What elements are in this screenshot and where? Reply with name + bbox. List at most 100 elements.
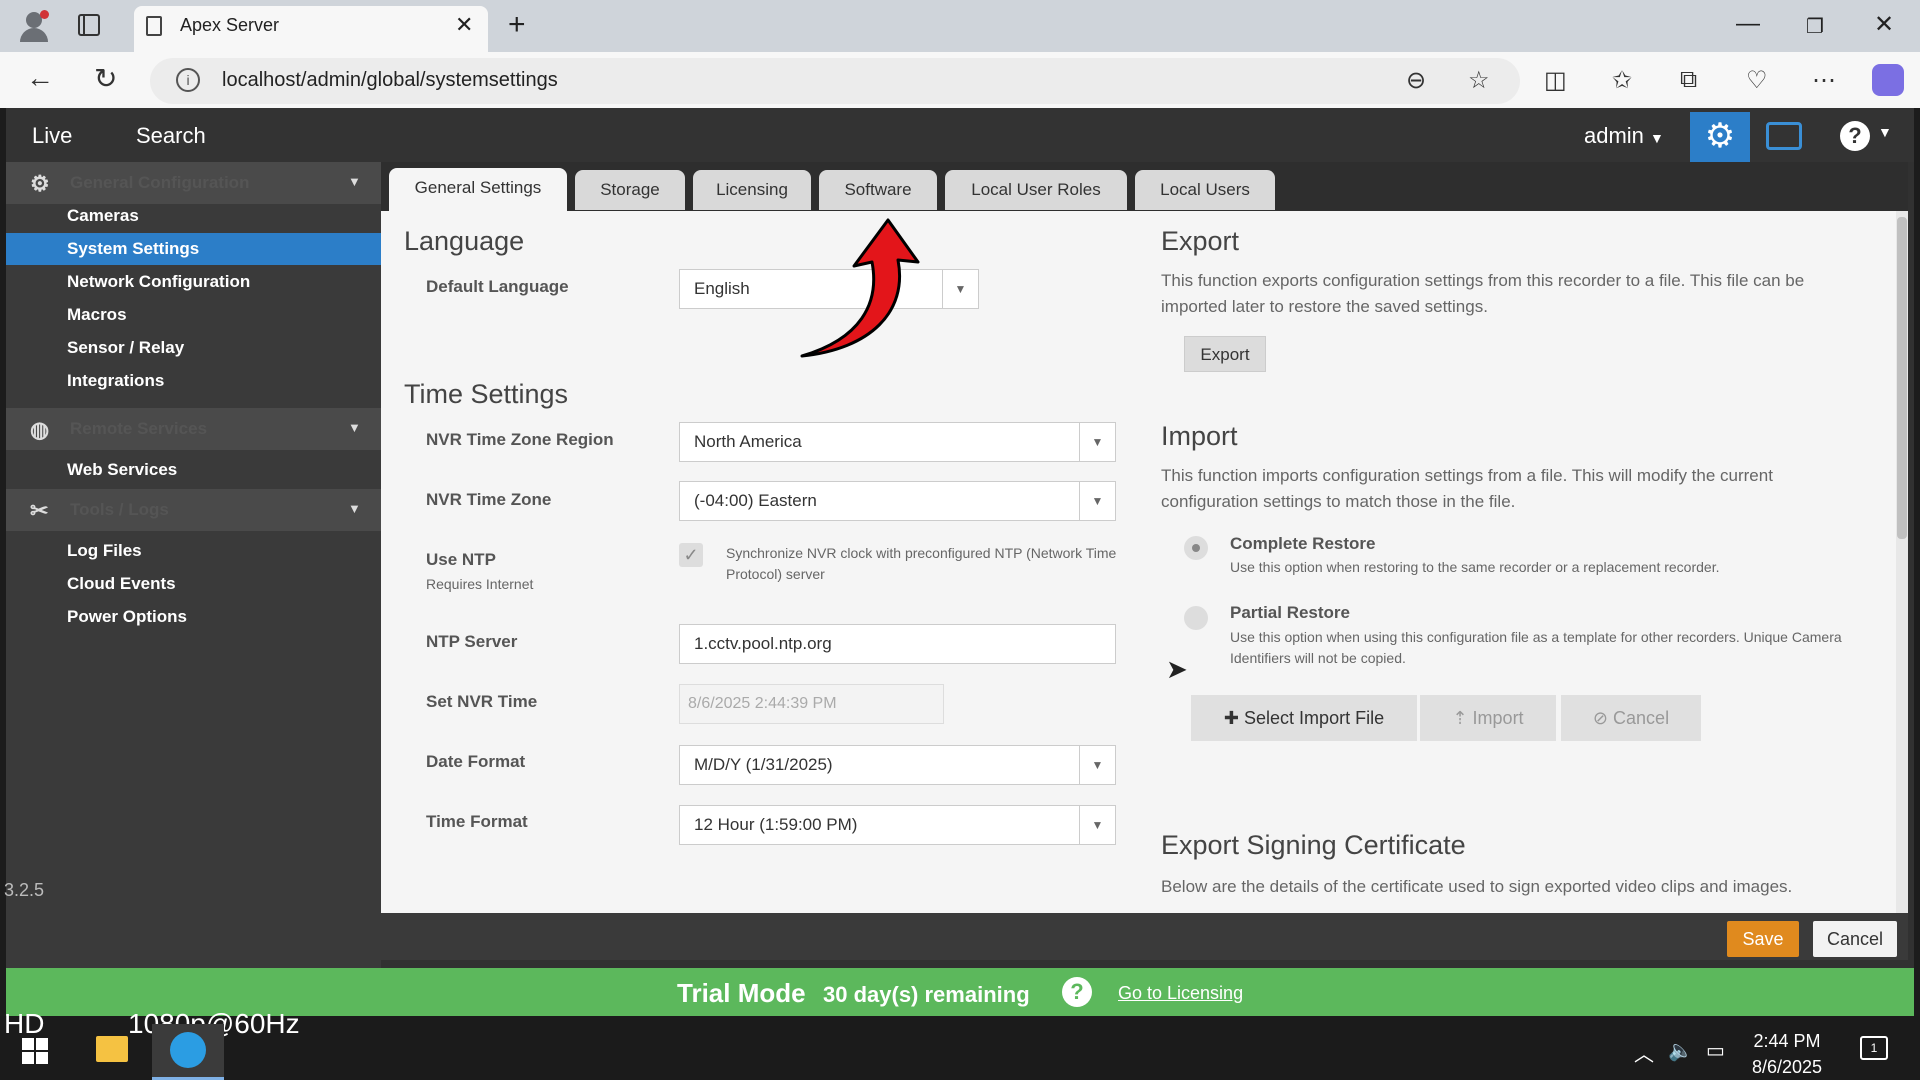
import-heading: Import	[1161, 421, 1238, 451]
sidebar-item-sensor-relay[interactable]: Sensor / Relay	[6, 332, 381, 364]
network-icon[interactable]: ▭	[1706, 1038, 1725, 1063]
help-icon[interactable]: ?	[1840, 121, 1870, 151]
minimize-icon[interactable]: —	[1736, 10, 1760, 38]
import-description: This function imports configuration sett…	[1161, 466, 1773, 511]
help-chevron-icon[interactable]: ▼	[1878, 124, 1892, 140]
export-button[interactable]: Export	[1184, 336, 1266, 372]
sidebar: ⚙ General Configuration ▼ Cameras System…	[6, 162, 381, 968]
hd-overlay-label: HD	[4, 1008, 45, 1039]
chat-icon[interactable]	[1766, 122, 1802, 150]
split-screen-icon[interactable]: ◫	[1544, 66, 1567, 95]
sidebar-item-system-settings[interactable]: System Settings	[6, 233, 381, 265]
tab-local-users[interactable]: Local Users	[1135, 170, 1275, 210]
notifications-icon[interactable]: 1	[1860, 1036, 1888, 1060]
windows-start-icon[interactable]	[22, 1038, 48, 1064]
sidebar-item-cloud-events[interactable]: Cloud Events	[6, 568, 381, 600]
collections-icon[interactable]: ⧉	[1680, 66, 1697, 94]
sidebar-item-integrations[interactable]: Integrations	[6, 365, 381, 397]
use-ntp-sublabel: Requires Internet	[426, 576, 534, 592]
use-ntp-label: Use NTP	[426, 550, 496, 569]
use-ntp-checkbox[interactable]: ✓	[679, 543, 703, 567]
tab-local-user-roles[interactable]: Local User Roles	[945, 170, 1127, 210]
time-settings-heading: Time Settings	[404, 379, 569, 409]
time-format-select[interactable]: 12 Hour (1:59:00 PM) ▼	[679, 805, 1116, 845]
tab-storage[interactable]: Storage	[575, 170, 685, 210]
import-cancel-button[interactable]: ⊘ Cancel	[1561, 695, 1701, 741]
restore-icon[interactable]: ❐	[1806, 14, 1824, 39]
section-remote-services[interactable]: ◍ Remote Services ▼	[6, 408, 381, 450]
tab-actions-icon[interactable]	[78, 14, 100, 36]
complete-restore-radio[interactable]	[1184, 536, 1208, 560]
use-ntp-description: Synchronize NVR clock with preconfigured…	[726, 545, 1117, 582]
site-info-icon[interactable]: i	[176, 68, 200, 92]
scrollbar[interactable]	[1896, 211, 1908, 913]
trial-help-icon[interactable]: ?	[1062, 977, 1092, 1007]
favorite-star-icon[interactable]: ☆	[1468, 66, 1490, 95]
date-format-value: M/D/Y (1/31/2025)	[694, 755, 833, 774]
language-heading: Language	[404, 226, 525, 256]
new-tab-icon[interactable]: +	[508, 8, 526, 42]
sidebar-item-cameras[interactable]: Cameras	[6, 200, 381, 232]
select-import-file-label: Select Import File	[1244, 708, 1385, 728]
more-icon[interactable]: ⋯	[1812, 66, 1836, 95]
profile-icon[interactable]	[16, 8, 52, 44]
set-nvr-time-label: Set NVR Time	[426, 692, 538, 711]
date-format-label: Date Format	[426, 752, 526, 771]
section-tools-logs[interactable]: ✂ Tools / Logs ▼	[6, 489, 381, 531]
import-button[interactable]: ⇡ Import	[1420, 695, 1556, 741]
browser-essentials-icon[interactable]: ♡	[1746, 66, 1768, 95]
back-icon[interactable]: ←	[26, 62, 54, 94]
url-text[interactable]: localhost/admin/global/systemsettings	[222, 69, 558, 92]
tray-chevron-up-icon[interactable]: ︿	[1634, 1038, 1654, 1067]
date-format-select[interactable]: M/D/Y (1/31/2025) ▼	[679, 745, 1116, 785]
cancel-button[interactable]: Cancel	[1813, 921, 1897, 957]
plus-icon: ✚	[1223, 708, 1240, 728]
mouse-cursor-icon: ➤	[1166, 654, 1188, 684]
close-tab-icon[interactable]: ✕	[455, 12, 473, 38]
refresh-icon[interactable]: ↻	[94, 62, 117, 95]
sidebar-item-web-services[interactable]: Web Services	[6, 454, 381, 486]
volume-icon[interactable]: 🔈	[1668, 1038, 1693, 1063]
complete-restore-description: Use this option when restoring to the sa…	[1230, 559, 1720, 575]
default-language-value: English	[694, 279, 750, 298]
ntp-server-input[interactable]: 1.cctv.pool.ntp.org	[679, 624, 1116, 664]
window-close-icon[interactable]: ✕	[1874, 10, 1894, 39]
edge-browser-icon[interactable]	[170, 1032, 206, 1068]
select-import-file-button[interactable]: ✚ Select Import File	[1191, 695, 1417, 741]
save-button[interactable]: Save	[1727, 921, 1799, 957]
user-menu[interactable]: admin ▼	[1584, 123, 1664, 149]
section-label: Remote Services	[70, 419, 208, 438]
chevron-down-icon: ▼	[942, 270, 978, 308]
cancel-icon: ⊘	[1592, 708, 1609, 728]
go-to-licensing-link[interactable]: Go to Licensing	[1118, 983, 1243, 1004]
section-label: Tools / Logs	[70, 500, 169, 519]
sidebar-item-network-configuration[interactable]: Network Configuration	[6, 266, 381, 298]
time-zone-region-value: North America	[694, 432, 802, 451]
section-general-configuration[interactable]: ⚙ General Configuration ▼	[6, 162, 381, 204]
version-label: 3.2.5	[4, 880, 45, 900]
tab-licensing[interactable]: Licensing	[693, 170, 811, 210]
taskbar-clock[interactable]: 2:44 PM 8/6/2025	[1752, 1028, 1822, 1080]
file-explorer-icon[interactable]	[96, 1036, 128, 1062]
default-language-label: Default Language	[426, 277, 569, 296]
copilot-icon[interactable]	[1872, 64, 1904, 96]
caret-down-icon: ▼	[348, 501, 361, 516]
settings-gear-icon[interactable]: ⚙	[1690, 112, 1750, 162]
export-description: This function exports configuration sett…	[1161, 271, 1805, 316]
caret-down-icon: ▼	[348, 174, 361, 189]
sidebar-item-log-files[interactable]: Log Files	[6, 535, 381, 567]
import-cancel-label: Cancel	[1613, 708, 1670, 728]
scrollbar-thumb[interactable]	[1897, 217, 1907, 539]
time-zone-region-select[interactable]: North America ▼	[679, 422, 1116, 462]
sidebar-item-power-options[interactable]: Power Options	[6, 601, 381, 633]
reader-icon[interactable]: ⊖	[1406, 66, 1426, 95]
nav-live[interactable]: Live	[32, 123, 72, 149]
time-zone-select[interactable]: (-04:00) Eastern ▼	[679, 481, 1116, 521]
nav-search[interactable]: Search	[136, 123, 206, 149]
tab-software[interactable]: Software	[819, 170, 937, 210]
partial-restore-description: Use this option when using this configur…	[1230, 629, 1842, 666]
favorites-icon[interactable]: ✩	[1612, 66, 1632, 95]
ntp-server-label: NTP Server	[426, 632, 518, 651]
partial-restore-radio[interactable]	[1184, 606, 1208, 630]
sidebar-item-macros[interactable]: Macros	[6, 299, 381, 331]
